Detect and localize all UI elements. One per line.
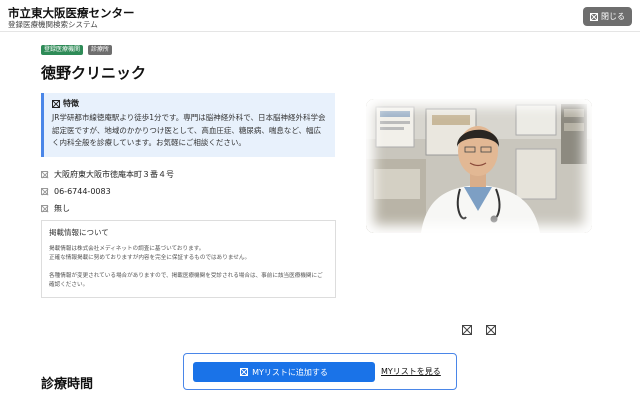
clinic-photo	[366, 99, 592, 233]
clinic-badges: 登録医療機関 診療所	[41, 45, 113, 55]
phone-row: 06-6744-0083	[41, 183, 174, 200]
notice-line-1: 掲載情報は株式会社メディネットの調査に基づいております。	[49, 246, 205, 252]
badge-registered: 登録医療機関	[41, 45, 84, 55]
feature-heading: 特徴	[52, 98, 327, 109]
add-to-mylist-label: MYリストに追加する	[252, 367, 328, 377]
doctor-photo-image	[366, 99, 592, 233]
hours-section-title: 診療時間	[41, 377, 94, 392]
other-row: 無し	[41, 200, 174, 217]
feature-title: 特徴	[63, 99, 79, 108]
close-button-label: 閉じる	[601, 12, 625, 21]
map-pin-icon	[41, 171, 48, 178]
mylist-bar: MYリストに追加する MYリストを見る	[183, 353, 457, 390]
address-row: 大阪府東大阪市徳庵本町３番４号	[41, 166, 174, 183]
feature-icon	[52, 99, 60, 108]
notice-box: 掲載情報について 掲載情報は株式会社メディネットの調査に基づいております。 正確…	[41, 220, 336, 298]
info-icon	[41, 205, 48, 212]
prev-photo-icon[interactable]	[462, 325, 472, 335]
phone-text[interactable]: 06-6744-0083	[54, 187, 111, 196]
feature-text: JR学研都市線徳庵駅より徒歩1分です。専門は脳神経外科で、日本脳神経外科学会認定…	[52, 113, 326, 147]
notice-title: 掲載情報について	[49, 228, 109, 237]
notice-line-3: 各種情報が変更されている場合がありますので、掲載医療機関を受診される場合は、事前…	[49, 273, 323, 288]
other-text: 無し	[54, 204, 70, 213]
app-subtitle: 登録医療機関検索システム	[8, 20, 98, 29]
feature-box: 特徴 JR学研都市線徳庵駅より徒歩1分です。専門は脳神経外科で、日本脳神経外科学…	[41, 93, 335, 157]
close-button[interactable]: 閉じる	[583, 7, 632, 26]
app-header: 市立東大阪医療センター 登録医療機関検索システム 閉じる	[0, 0, 640, 32]
close-icon	[590, 12, 598, 21]
clinic-name: 徳野クリニック	[41, 64, 147, 82]
photo-nav-icons	[462, 325, 496, 335]
view-mylist-link[interactable]: MYリストを見る	[381, 366, 441, 377]
bookmark-icon	[240, 368, 249, 376]
address-text: 大阪府東大阪市徳庵本町３番４号	[54, 170, 174, 179]
add-to-mylist-button[interactable]: MYリストに追加する	[193, 362, 375, 382]
phone-icon	[41, 188, 48, 195]
clinic-info-list: 大阪府東大阪市徳庵本町３番４号 06-6744-0083 無し	[41, 166, 174, 217]
notice-line-2: 正確な情報掲載に努めておりますが内容を完全に保証するものではありません。	[49, 255, 251, 261]
badge-clinic-type: 診療所	[88, 45, 113, 55]
next-photo-icon[interactable]	[486, 325, 496, 335]
